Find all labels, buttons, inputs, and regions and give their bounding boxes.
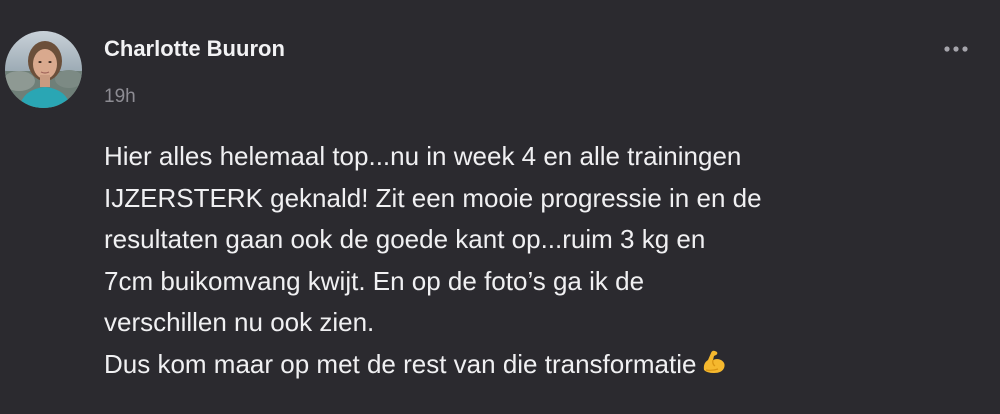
post-body-line: IJZERSTERK geknald! Zit een mooie progre…	[104, 182, 762, 213]
post-body-line-text: Dus kom maar op met de rest van die tran…	[104, 348, 697, 379]
profile-photo	[5, 31, 82, 108]
flexed-biceps-emoji	[700, 347, 728, 389]
author-name[interactable]: Charlotte Buuron	[104, 36, 285, 62]
post-body-line: resultaten gaan ook de goede kant op...r…	[104, 224, 706, 254]
post-body: Hier alles helemaal top...nu in week 4 e…	[104, 136, 984, 388]
more-options-button[interactable]	[936, 34, 976, 64]
post-body-line: verschillen nu ook zien.	[104, 307, 375, 337]
avatar[interactable]	[5, 31, 82, 108]
post-body-line: Hier alles helemaal top...nu in week 4 e…	[104, 141, 742, 171]
more-horizontal-icon	[944, 46, 968, 52]
post-timestamp: 19h	[104, 86, 136, 107]
post-body-line: 7cm buikomvang kwijt. En op de foto’s ga…	[104, 265, 645, 296]
post-body-line-last: Dus kom maar op met de rest van die tran…	[104, 344, 984, 389]
post-card: Charlotte Buuron 19h Hier alles helemaal…	[0, 0, 1000, 414]
